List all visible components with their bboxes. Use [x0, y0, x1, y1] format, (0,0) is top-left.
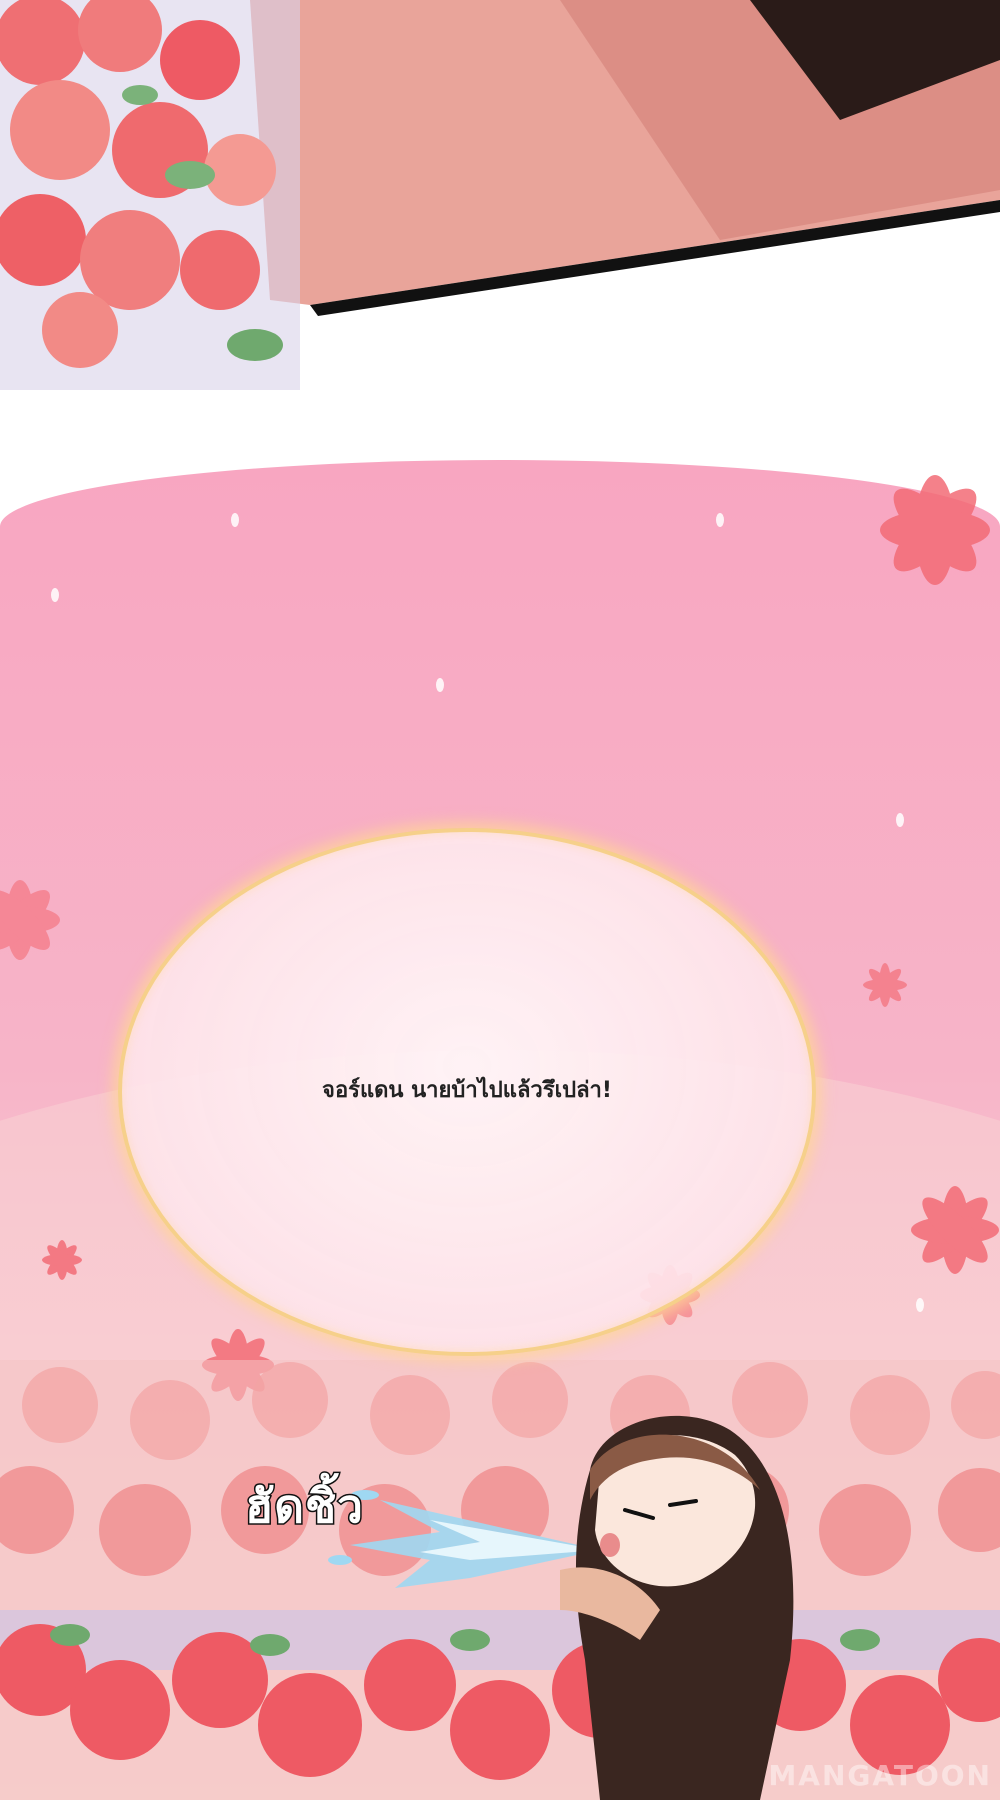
- thought-bubble: จอร์แดน นายบ้าไปแล้วรึเปล่า!: [118, 828, 816, 1356]
- top-panel-art: [0, 0, 1000, 390]
- watermark: MANGATOON: [768, 1759, 992, 1792]
- comic-page: จอร์แดน นายบ้าไปแล้วรึเปล่า! ฮัดชิ้ว MAN…: [0, 0, 1000, 1800]
- chibi-girl: [560, 1415, 794, 1800]
- sneeze-sound-effect: ฮัดชิ้ว: [244, 1478, 365, 1535]
- rose-bouquet: [0, 0, 300, 390]
- rose-field: [0, 1360, 1000, 1800]
- top-panel: [0, 0, 1000, 420]
- bubble-text: จอร์แดน นายบ้าไปแล้วรึเปล่า!: [322, 1078, 612, 1103]
